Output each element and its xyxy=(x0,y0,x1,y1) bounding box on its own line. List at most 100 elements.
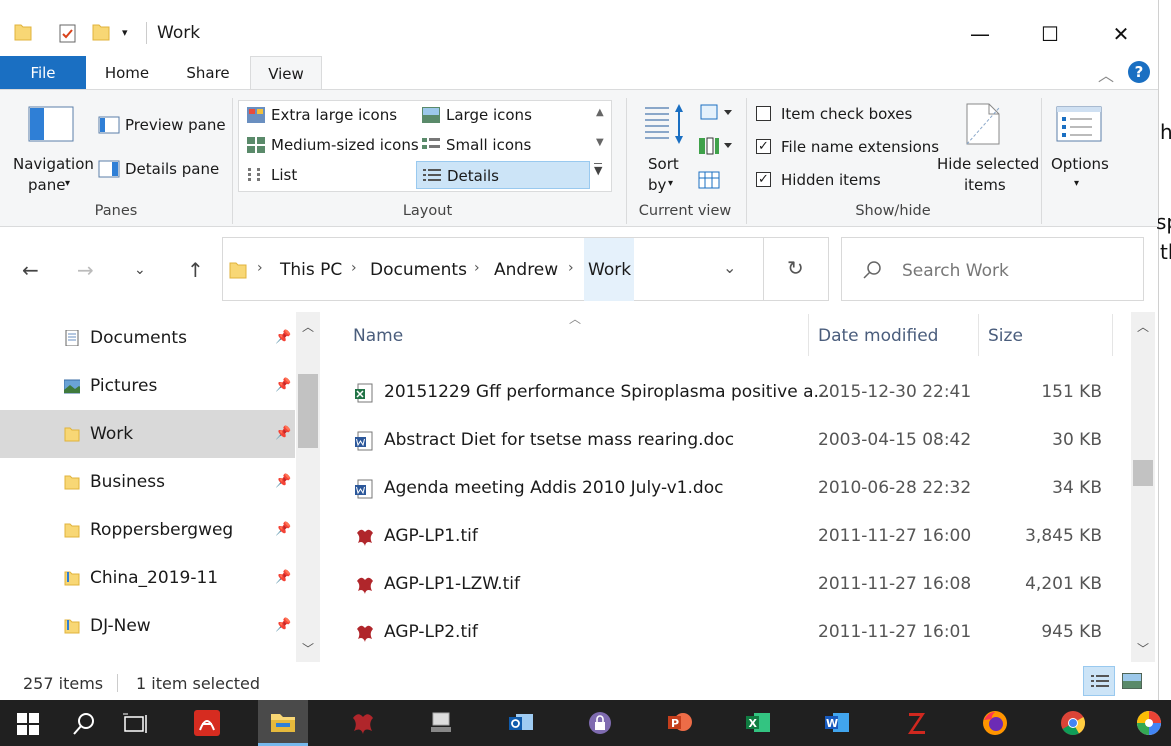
gallery-expand-icon[interactable]: ▼ xyxy=(594,163,603,178)
file-name-extensions-label[interactable]: File name extensions xyxy=(781,138,939,156)
file-list-scrollbar[interactable]: ︿ ﹀ xyxy=(1131,312,1155,662)
tab-file[interactable]: File xyxy=(0,56,86,90)
forward-arrow-icon[interactable]: → xyxy=(77,258,94,282)
scroll-up-icon[interactable]: ︿ xyxy=(1137,318,1149,335)
navigation-pane-button[interactable]: Navigation xyxy=(13,155,94,173)
breadcrumb-separator-icon[interactable]: › xyxy=(351,260,357,276)
breadcrumb-this-pc[interactable]: This PC xyxy=(280,260,342,280)
taskbar-acrobat[interactable] xyxy=(182,700,232,746)
pin-icon[interactable]: 📌 xyxy=(275,570,291,585)
column-divider[interactable] xyxy=(808,314,809,356)
options-button[interactable]: Options xyxy=(1051,155,1109,173)
tab-share[interactable]: Share xyxy=(178,56,238,90)
taskbar-excel[interactable]: X xyxy=(733,700,783,746)
pin-icon[interactable]: 📌 xyxy=(275,330,291,345)
hidden-items-label[interactable]: Hidden items xyxy=(781,171,881,189)
search-input[interactable]: Search Work xyxy=(902,261,1009,281)
breadcrumb-separator-icon[interactable]: › xyxy=(568,260,574,276)
breadcrumb-documents[interactable]: Documents xyxy=(370,260,467,280)
search-box[interactable]: Search Work xyxy=(841,237,1144,301)
taskbar-outlook[interactable] xyxy=(496,700,546,746)
column-header-date-modified[interactable]: Date modified xyxy=(818,326,938,346)
taskbar-file-explorer[interactable] xyxy=(258,700,308,746)
refresh-icon[interactable]: ↻ xyxy=(787,256,804,280)
hide-selected-items-label[interactable]: items xyxy=(964,176,1006,194)
minimize-button[interactable]: — xyxy=(957,14,1003,54)
table-row[interactable]: AGP-LP1.tif 2011-11-27 16:00 3,845 KB xyxy=(325,513,1130,561)
column-divider[interactable] xyxy=(978,314,979,356)
details-pane-button[interactable]: Details pane xyxy=(125,160,219,178)
taskbar-pc-app[interactable] xyxy=(416,700,466,746)
item-check-boxes-checkbox[interactable] xyxy=(756,106,771,121)
scroll-up-icon[interactable]: ︿ xyxy=(302,318,314,335)
nav-item-business[interactable]: Business 📌 xyxy=(0,458,295,506)
scroll-down-icon[interactable]: ﹀ xyxy=(1137,640,1149,657)
back-arrow-icon[interactable]: ← xyxy=(22,258,39,282)
collapse-ribbon-icon[interactable]: ︿ xyxy=(1098,62,1114,86)
table-row[interactable]: AGP-LP2.tif 2011-11-27 16:01 945 KB xyxy=(325,609,1130,657)
gallery-scroll-down-icon[interactable]: ▼ xyxy=(596,137,604,148)
nav-item-roppersbergweg[interactable]: Roppersbergweg 📌 xyxy=(0,506,295,554)
taskbar-zotero[interactable] xyxy=(892,700,942,746)
breadcrumb-work[interactable]: Work xyxy=(588,260,631,280)
nav-item-dj-new[interactable]: DJ-New 📌 xyxy=(0,602,295,650)
navigation-pane-icon[interactable] xyxy=(28,106,74,142)
sort-by-button-label[interactable]: by xyxy=(648,176,666,194)
sort-by-button[interactable]: Sort xyxy=(648,155,679,173)
up-arrow-icon[interactable]: ↑ xyxy=(187,258,204,282)
column-header-size[interactable]: Size xyxy=(988,326,1023,346)
item-check-boxes-label[interactable]: Item check boxes xyxy=(781,105,912,123)
details-view-button[interactable] xyxy=(1083,666,1115,696)
tab-home[interactable]: Home xyxy=(96,56,158,90)
quick-access-dropdown-icon[interactable]: ▾ xyxy=(122,26,128,39)
close-button[interactable]: ✕ xyxy=(1098,14,1144,54)
taskbar-firefox[interactable] xyxy=(970,700,1020,746)
layout-list[interactable]: List xyxy=(241,161,413,189)
column-divider[interactable] xyxy=(1112,314,1113,356)
maximize-button[interactable]: ☐ xyxy=(1027,14,1073,54)
gallery-scroll-up-icon[interactable]: ▲ xyxy=(596,107,604,118)
large-icons-view-icon[interactable] xyxy=(1122,673,1142,689)
help-icon[interactable]: ? xyxy=(1128,61,1150,83)
recent-locations-chevron-icon[interactable]: ⌄ xyxy=(134,262,146,278)
navigation-pane-button-label[interactable]: pane xyxy=(28,176,65,194)
nav-scrollbar-thumb[interactable] xyxy=(298,374,318,448)
column-header-name[interactable]: Name xyxy=(353,326,403,346)
pin-icon[interactable]: 📌 xyxy=(275,378,291,393)
nav-item-work[interactable]: Work 📌 xyxy=(0,410,295,458)
nav-item-china-2019-11[interactable]: China_2019-11 📌 xyxy=(0,554,295,602)
group-by-icon[interactable] xyxy=(700,104,736,122)
address-bar[interactable]: › This PC › Documents › Andrew › Work ⌄ … xyxy=(222,237,829,301)
table-row[interactable]: AGP-LP1-LZW.tif 2011-11-27 16:08 4,201 K… xyxy=(325,561,1130,609)
windows-start-icon[interactable] xyxy=(17,713,39,735)
size-columns-icon[interactable] xyxy=(698,168,722,190)
taskbar-security-app[interactable] xyxy=(575,700,625,746)
breadcrumb-separator-icon[interactable]: › xyxy=(257,260,263,276)
nav-scrollbar[interactable]: ︿ ﹀ xyxy=(296,312,320,662)
file-name-extensions-checkbox[interactable]: ✓ xyxy=(756,139,771,154)
taskbar-word[interactable]: W xyxy=(812,700,862,746)
layout-small-icons[interactable]: Small icons xyxy=(416,131,588,159)
layout-details[interactable]: Details xyxy=(416,161,590,189)
new-folder-icon[interactable] xyxy=(92,22,110,42)
hidden-items-checkbox[interactable]: ✓ xyxy=(756,172,771,187)
taskbar-chrome[interactable] xyxy=(1048,700,1098,746)
pin-icon[interactable]: 📌 xyxy=(275,522,291,537)
add-columns-icon[interactable] xyxy=(698,134,736,156)
pin-icon[interactable]: 📌 xyxy=(275,474,291,489)
preview-pane-button[interactable]: Preview pane xyxy=(125,116,226,134)
file-list-scrollbar-thumb[interactable] xyxy=(1133,460,1153,486)
task-view-icon[interactable] xyxy=(122,712,148,736)
table-row[interactable]: Abstract Diet for tsetse mass rearing.do… xyxy=(325,417,1130,465)
tab-view[interactable]: View xyxy=(250,56,322,90)
taskbar-image-app[interactable] xyxy=(338,700,388,746)
taskbar-photos[interactable] xyxy=(1126,700,1171,746)
taskbar-powerpoint[interactable]: P xyxy=(655,700,705,746)
breadcrumb-andrew[interactable]: Andrew xyxy=(494,260,558,280)
properties-icon[interactable] xyxy=(58,22,78,44)
pin-icon[interactable]: 📌 xyxy=(275,426,291,441)
address-dropdown-chevron-icon[interactable]: ⌄ xyxy=(723,258,736,277)
nav-item-pictures[interactable]: Pictures 📌 xyxy=(0,362,295,410)
layout-extra-large-icons[interactable]: Extra large icons xyxy=(241,101,413,129)
nav-item-documents[interactable]: Documents 📌 xyxy=(0,314,295,362)
